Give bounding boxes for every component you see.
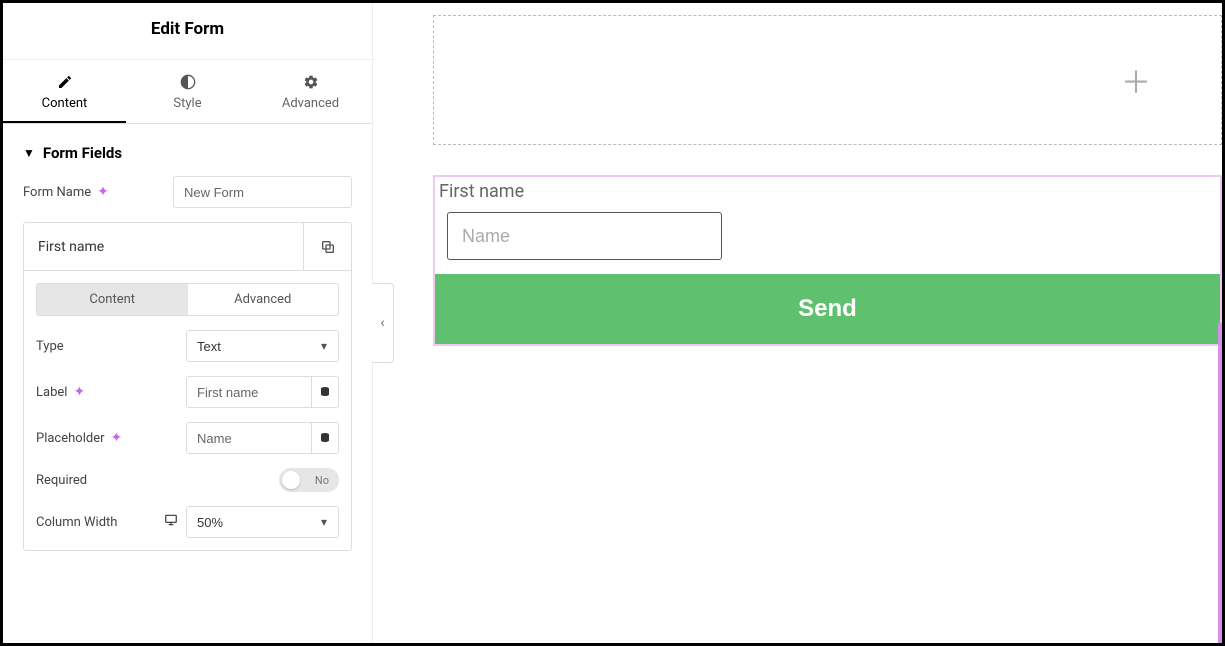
tab-content-label: Content <box>42 96 88 111</box>
gear-icon <box>303 74 319 90</box>
collapse-panel-button[interactable]: ‹ <box>372 283 394 363</box>
editor-sidebar: Edit Form Content Style Advanced ▼ Form … <box>3 3 373 643</box>
form-name-label: Form Name ✦ <box>23 184 173 200</box>
contrast-icon <box>180 74 196 90</box>
responsive-icon[interactable] <box>164 513 178 531</box>
pencil-icon <box>57 74 73 90</box>
subtab-content[interactable]: Content <box>37 284 188 315</box>
required-label: Required <box>36 473 186 488</box>
form-name-input[interactable] <box>173 176 352 208</box>
copy-icon <box>320 239 336 255</box>
preview-canvas: ＋ First name Send <box>373 3 1222 643</box>
field-item-title[interactable]: First name <box>24 239 104 255</box>
tab-content[interactable]: Content <box>3 60 126 123</box>
tab-advanced-label: Advanced <box>282 96 339 111</box>
panel-tabs: Content Style Advanced <box>3 60 372 124</box>
plus-icon: ＋ <box>1121 66 1151 101</box>
empty-section[interactable]: ＋ <box>433 15 1222 145</box>
ai-sparkle-icon[interactable]: ✦ <box>73 384 85 400</box>
submit-button[interactable]: Send <box>435 274 1220 344</box>
label-label: Label ✦ <box>36 384 186 400</box>
form-widget[interactable]: First name Send <box>433 175 1222 346</box>
section-form-fields[interactable]: ▼ Form Fields <box>3 124 372 176</box>
tab-style-label: Style <box>173 96 201 111</box>
panel-title: Edit Form <box>3 3 372 60</box>
type-label: Type <box>36 339 186 354</box>
preview-field-label: First name <box>435 177 1220 204</box>
field-subtabs: Content Advanced <box>36 283 339 316</box>
field-item: First name Content Advanced Type <box>23 222 352 551</box>
section-title-label: Form Fields <box>43 144 122 162</box>
type-select[interactable]: Text <box>186 330 339 362</box>
required-toggle[interactable]: No <box>279 468 339 492</box>
ai-sparkle-icon[interactable]: ✦ <box>97 184 109 200</box>
placeholder-input[interactable] <box>186 422 312 454</box>
preview-field-input[interactable] <box>447 212 722 260</box>
tab-advanced[interactable]: Advanced <box>249 60 372 123</box>
desktop-icon <box>164 513 178 527</box>
add-widget-button[interactable]: ＋ <box>1121 58 1151 102</box>
caret-down-icon: ▼ <box>23 146 35 160</box>
ai-sparkle-icon[interactable]: ✦ <box>111 430 123 446</box>
duplicate-field-button[interactable] <box>303 223 351 270</box>
chevron-left-icon: ‹ <box>380 315 384 331</box>
label-input[interactable] <box>186 376 312 408</box>
column-width-select[interactable]: 50% <box>186 506 339 538</box>
dynamic-tags-button[interactable] <box>312 422 339 454</box>
tab-style[interactable]: Style <box>126 60 249 123</box>
column-width-label: Column Width <box>36 513 186 531</box>
section-body: Form Name ✦ First name Content <box>3 176 372 585</box>
database-icon <box>319 386 331 398</box>
dynamic-tags-button[interactable] <box>312 376 339 408</box>
subtab-advanced[interactable]: Advanced <box>188 284 339 315</box>
selection-handle[interactable] <box>1218 323 1222 643</box>
placeholder-label: Placeholder ✦ <box>36 430 186 446</box>
database-icon <box>319 432 331 444</box>
